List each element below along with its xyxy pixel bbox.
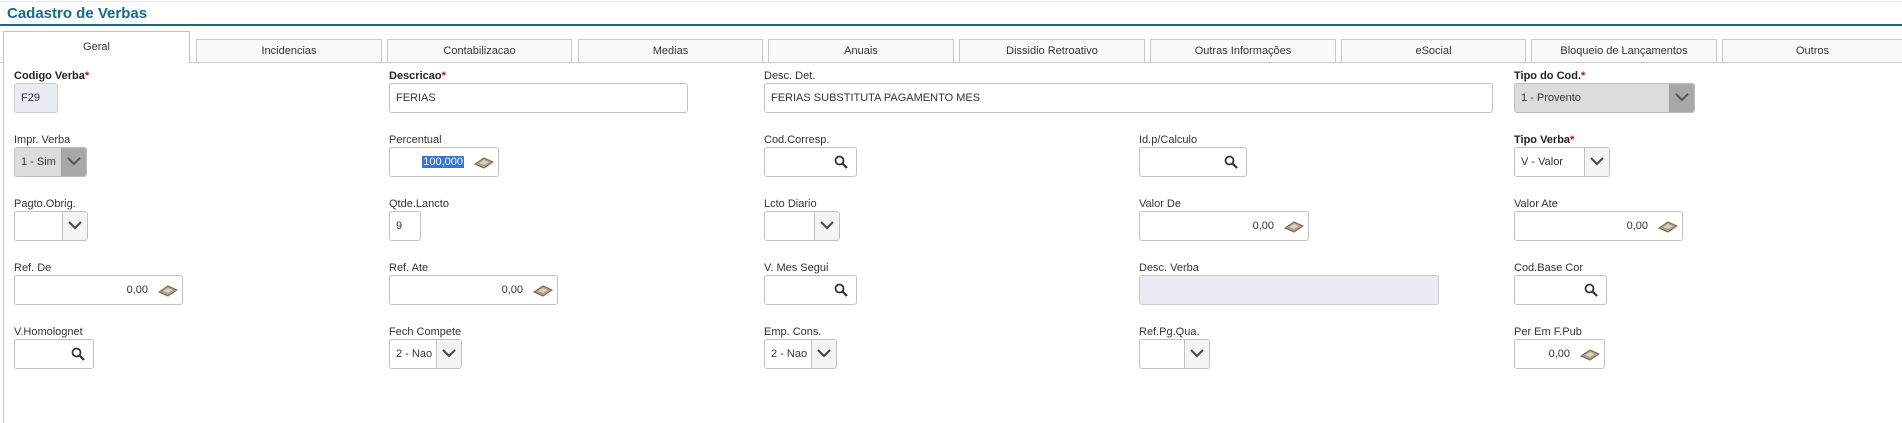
tipo-verba-value: V - Valor — [1521, 156, 1563, 168]
valor-de-label: Valor De — [1139, 198, 1181, 210]
lcto-diario-select[interactable] — [764, 211, 840, 241]
tipo-cod-select[interactable]: 1 - Provento — [1514, 83, 1695, 113]
chevron-down-icon[interactable] — [1584, 148, 1609, 176]
panel-left-border — [3, 63, 4, 423]
ref-de-field[interactable]: 0,00 — [14, 275, 183, 305]
calculator-icon[interactable] — [1574, 340, 1604, 368]
tipo-verba-label: Tipo Verba* — [1514, 134, 1575, 146]
impr-verba-value: 1 - Sim — [21, 156, 56, 168]
emp-cons-value: 2 - Nao — [771, 348, 808, 360]
ref-ate-label: Ref. Ate — [389, 262, 429, 274]
lcto-diario-label: Lcto Diario — [764, 198, 817, 210]
v-homolognet-field[interactable] — [14, 339, 94, 369]
chevron-down-icon[interactable] — [436, 340, 461, 368]
search-icon[interactable] — [63, 340, 93, 368]
v-homolognet-label: V.Homolognet — [14, 326, 83, 338]
tab-anuais[interactable]: Anuais — [768, 39, 954, 62]
id-calculo-field[interactable] — [1139, 147, 1247, 177]
descricao-value: FERIAS — [396, 92, 436, 104]
tab-dissidio-retroativo[interactable]: Dissidio Retroativo — [959, 39, 1145, 62]
chevron-down-icon[interactable] — [811, 340, 836, 368]
valor-ate-value: 0,00 — [1626, 220, 1648, 232]
ref-de-label: Ref. De — [14, 262, 52, 274]
desc-det-value: FERIAS SUBSTITUTA PAGAMENTO MES — [771, 92, 981, 104]
descricao-label: Descricao* — [389, 70, 446, 82]
ref-ate-value: 0,00 — [501, 284, 523, 296]
percentual-value: 100,000 — [422, 156, 464, 168]
ref-de-value: 0,00 — [126, 284, 148, 296]
chevron-down-icon[interactable] — [62, 212, 87, 240]
impr-verba-label: Impr. Verba — [14, 134, 71, 146]
tab-bar: Geral Incidencias Contabilizacao Medias … — [0, 31, 1902, 63]
tab-outros[interactable]: Outros — [1722, 39, 1902, 62]
per-em-f-pub-label: Per Em F.Pub — [1514, 326, 1582, 338]
v-mes-segui-field[interactable] — [764, 275, 857, 305]
valor-ate-label: Valor Ate — [1514, 198, 1558, 210]
tab-outras-informacoes[interactable]: Outras Informações — [1150, 39, 1336, 62]
emp-cons-select[interactable]: 2 - Nao — [764, 339, 837, 369]
ref-ate-field[interactable]: 0,00 — [389, 275, 558, 305]
chevron-down-icon[interactable] — [1184, 340, 1209, 368]
tab-geral[interactable]: Geral — [3, 31, 190, 63]
desc-verba-field[interactable] — [1139, 275, 1439, 305]
codigo-verba-value: F29 — [21, 92, 40, 104]
valor-ate-field[interactable]: 0,00 — [1514, 211, 1683, 241]
search-icon[interactable] — [826, 148, 856, 176]
search-icon[interactable] — [1216, 148, 1246, 176]
valor-de-field[interactable]: 0,00 — [1139, 211, 1309, 241]
emp-cons-label: Emp. Cons. — [764, 326, 822, 338]
cod-corresp-field[interactable] — [764, 147, 857, 177]
desc-det-field[interactable]: FERIAS SUBSTITUTA PAGAMENTO MES — [764, 83, 1493, 113]
tipo-cod-label: Tipo do Cod.* — [1514, 70, 1586, 82]
descricao-field[interactable]: FERIAS — [389, 83, 688, 113]
pagto-obrig-select[interactable] — [14, 211, 88, 241]
tab-baseline — [0, 62, 1902, 63]
per-em-f-pub-field[interactable]: 0,00 — [1514, 339, 1605, 369]
title-divider — [0, 24, 1902, 26]
fech-compete-select[interactable]: 2 - Nao — [389, 339, 462, 369]
tab-contabilizacao[interactable]: Contabilizacao — [387, 39, 572, 62]
cod-corresp-label: Cod.Corresp. — [764, 134, 830, 146]
calculator-icon[interactable] — [468, 148, 498, 176]
codigo-verba-label: Codigo Verba* — [14, 70, 90, 82]
per-em-f-pub-value: 0,00 — [1548, 348, 1570, 360]
tab-esocial[interactable]: eSocial — [1341, 39, 1526, 62]
top-border — [0, 1, 1902, 2]
ref-pg-qua-label: Ref.Pg.Qua. — [1139, 326, 1200, 338]
calculator-icon[interactable] — [1278, 212, 1308, 240]
impr-verba-select[interactable]: 1 - Sim — [14, 147, 87, 177]
cod-base-cor-label: Cod.Base Cor — [1514, 262, 1584, 274]
valor-de-value: 0,00 — [1252, 220, 1274, 232]
qtde-lancto-label: Qtde.Lancto — [389, 198, 449, 210]
tab-bloqueio-de-lancamentos[interactable]: Bloqueio de Lançamentos — [1531, 39, 1717, 62]
tab-medias[interactable]: Medias — [578, 39, 763, 62]
ref-pg-qua-select[interactable] — [1139, 339, 1210, 369]
tipo-cod-value: 1 - Provento — [1521, 92, 1581, 104]
qtde-lancto-field[interactable]: 9 — [389, 211, 421, 241]
chevron-down-icon[interactable] — [814, 212, 839, 240]
desc-det-label: Desc. Det. — [764, 70, 816, 82]
tab-incidencias[interactable]: Incidencias — [196, 39, 382, 62]
calculator-icon[interactable] — [1652, 212, 1682, 240]
chevron-down-icon[interactable] — [61, 148, 86, 176]
tipo-verba-select[interactable]: V - Valor — [1514, 147, 1610, 177]
fech-compete-value: 2 - Nao — [396, 348, 433, 360]
calculator-icon[interactable] — [527, 276, 557, 304]
search-icon[interactable] — [1576, 276, 1606, 304]
desc-verba-label: Desc. Verba — [1139, 262, 1199, 274]
fech-compete-label: Fech Compete — [389, 326, 462, 338]
percentual-field[interactable]: 100,000 — [389, 147, 499, 177]
page-title: Cadastro de Verbas — [7, 5, 148, 22]
v-mes-segui-label: V. Mes Segui — [764, 262, 829, 274]
id-calculo-label: Id.p/Calculo — [1139, 134, 1198, 146]
calculator-icon[interactable] — [152, 276, 182, 304]
percentual-label: Percentual — [389, 134, 442, 146]
cod-base-cor-field[interactable] — [1514, 275, 1607, 305]
qtde-lancto-value: 9 — [396, 220, 403, 232]
pagto-obrig-label: Pagto.Obrig. — [14, 198, 76, 210]
chevron-down-icon[interactable] — [1669, 84, 1694, 112]
search-icon[interactable] — [826, 276, 856, 304]
codigo-verba-field[interactable]: F29 — [14, 83, 58, 113]
